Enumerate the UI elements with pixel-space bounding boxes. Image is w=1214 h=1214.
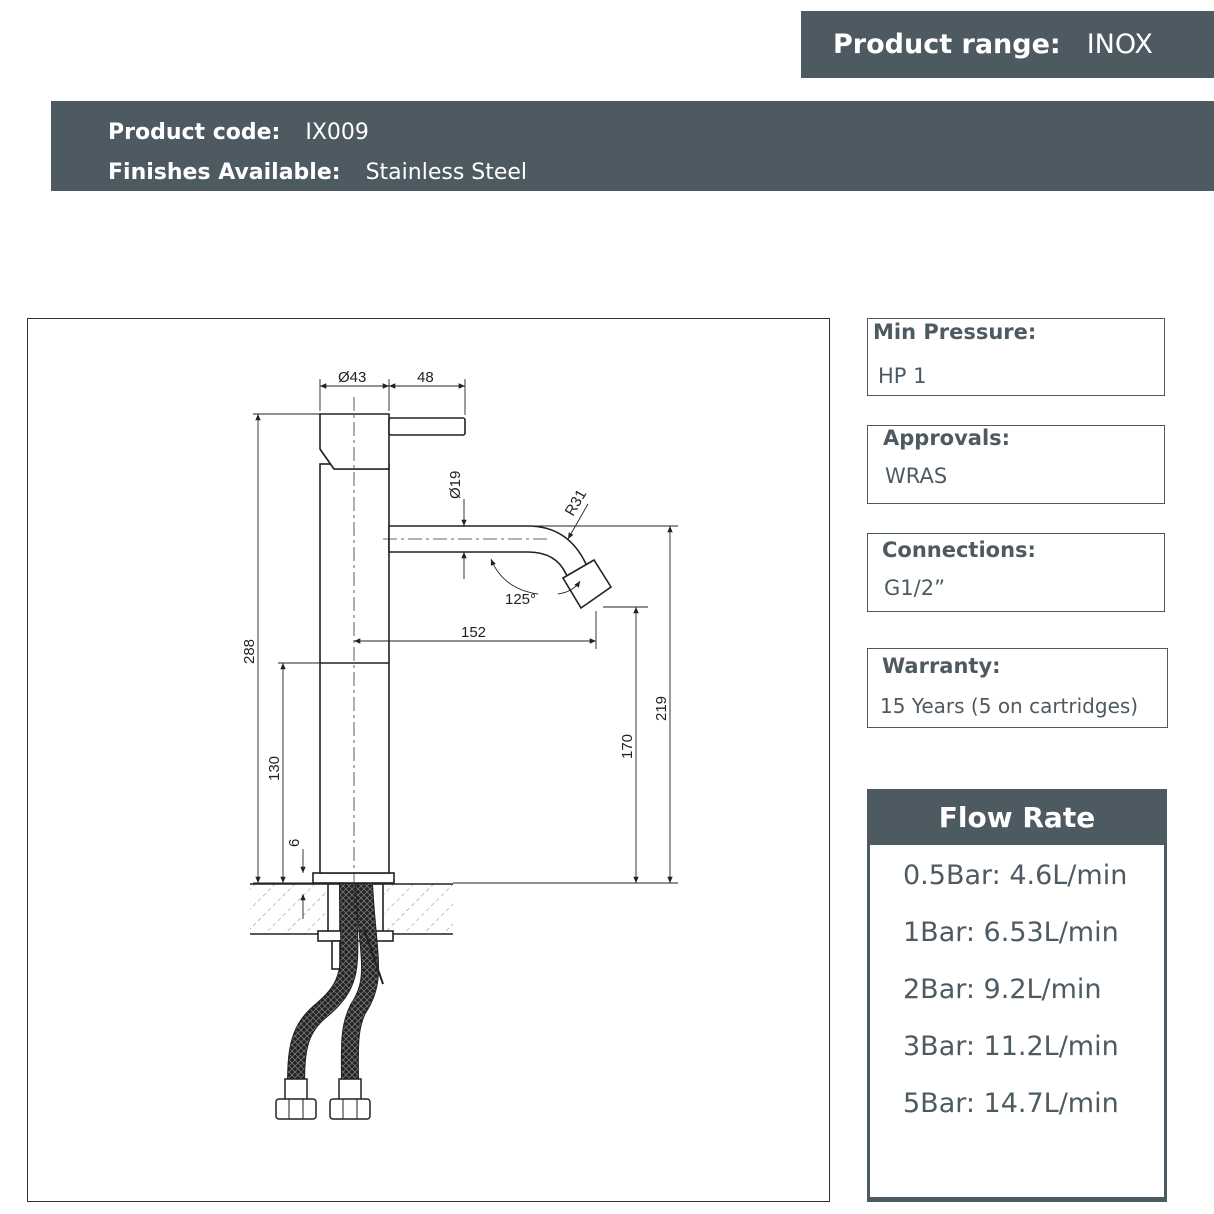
dim-angle-125: 125° bbox=[505, 591, 536, 608]
flow-rate-title: Flow Rate bbox=[867, 789, 1167, 845]
approvals-box: Approvals: WRAS bbox=[867, 425, 1165, 504]
product-range-value: INOX bbox=[1086, 29, 1153, 60]
finishes-label: Finishes Available: bbox=[108, 160, 341, 185]
flow-rate-row: 5Bar: 14.7L/min bbox=[903, 1088, 1119, 1119]
dim-lever-48: 48 bbox=[417, 369, 434, 386]
approvals-title: Approvals: bbox=[883, 426, 1011, 450]
dim-height-130: 130 bbox=[266, 756, 283, 781]
approvals-value: WRAS bbox=[885, 464, 948, 488]
dim-height-219: 219 bbox=[653, 696, 670, 721]
dim-height-170: 170 bbox=[619, 734, 636, 759]
product-code-label: Product code: bbox=[108, 120, 281, 145]
flow-rate-panel: Flow Rate 0.5Bar: 4.6L/min 1Bar: 6.53L/m… bbox=[867, 789, 1167, 1202]
flow-rate-row: 3Bar: 11.2L/min bbox=[903, 1031, 1119, 1062]
product-range-banner: Product range: INOX bbox=[801, 11, 1214, 78]
dim-reach-152: 152 bbox=[461, 624, 486, 641]
finishes-row: Finishes Available: Stainless Steel bbox=[108, 153, 1214, 193]
product-code-row: Product code: IX009 bbox=[108, 113, 1214, 153]
tap-technical-drawing: Ø43 48 Ø19 R31 125° 152 288 130 6 170 21… bbox=[241, 369, 678, 1120]
dimension-lines bbox=[253, 379, 678, 919]
connections-title: Connections: bbox=[882, 538, 1036, 562]
connections-value: G1/2” bbox=[884, 576, 945, 600]
flow-rate-row: 1Bar: 6.53L/min bbox=[903, 917, 1119, 948]
min-pressure-box: Min Pressure: HP 1 bbox=[867, 318, 1165, 396]
dim-diameter-19: Ø19 bbox=[447, 471, 464, 499]
dim-diameter-43: Ø43 bbox=[338, 369, 366, 386]
product-code-value: IX009 bbox=[305, 120, 369, 145]
dim-base-6: 6 bbox=[286, 839, 303, 847]
flow-rate-list: 0.5Bar: 4.6L/min 1Bar: 6.53L/min 2Bar: 9… bbox=[903, 861, 1127, 1146]
flow-rate-row: 2Bar: 9.2L/min bbox=[903, 974, 1102, 1005]
warranty-value: 15 Years (5 on cartridges) bbox=[880, 694, 1139, 718]
product-info-banner: Product code: IX009 Finishes Available: … bbox=[51, 101, 1214, 191]
dim-radius-31: R31 bbox=[562, 487, 590, 519]
product-range-label: Product range: bbox=[833, 29, 1061, 60]
warranty-box: Warranty: 15 Years (5 on cartridges) bbox=[867, 648, 1168, 728]
flow-rate-row: 0.5Bar: 4.6L/min bbox=[903, 860, 1128, 891]
technical-drawing-frame: Ø43 48 Ø19 R31 125° 152 288 130 6 170 21… bbox=[27, 318, 830, 1202]
warranty-title: Warranty: bbox=[882, 654, 1001, 678]
dim-height-288: 288 bbox=[241, 639, 258, 664]
min-pressure-value: HP 1 bbox=[878, 364, 927, 388]
min-pressure-title: Min Pressure: bbox=[873, 320, 1037, 344]
connections-box: Connections: G1/2” bbox=[867, 533, 1165, 612]
flow-rate-bottom-rule bbox=[867, 1197, 1167, 1202]
finishes-value: Stainless Steel bbox=[365, 160, 528, 185]
